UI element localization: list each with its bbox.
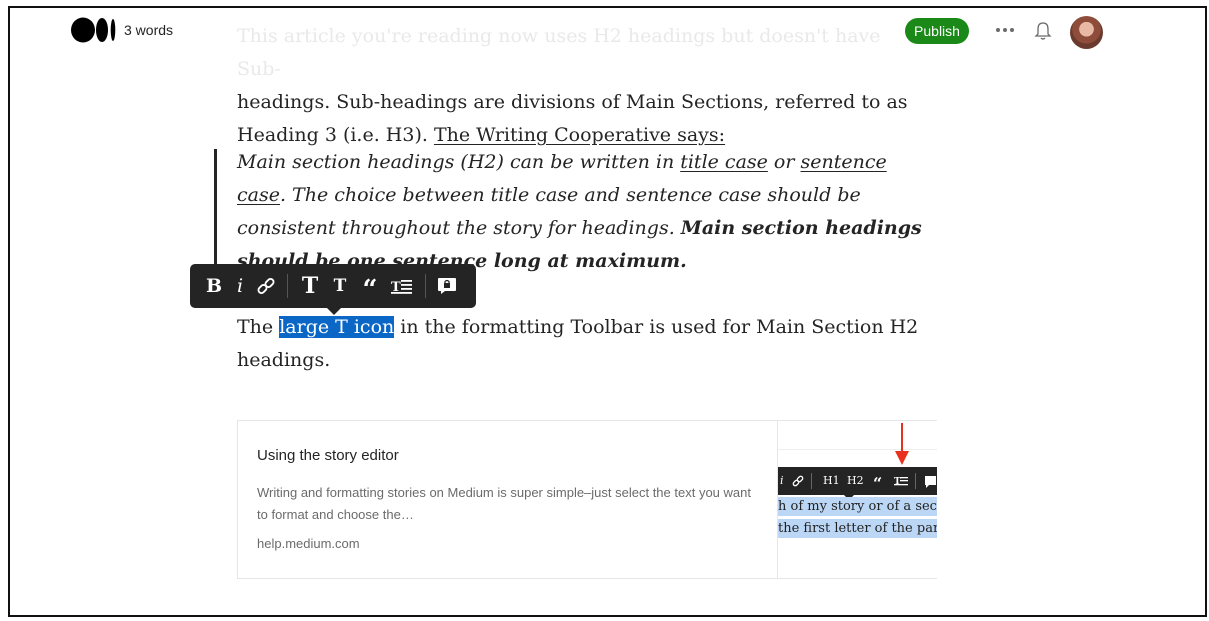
- toolbar-divider: [425, 274, 426, 298]
- card-description: Writing and formatting stories on Medium…: [257, 485, 751, 522]
- quote-button[interactable]: “: [358, 264, 382, 308]
- card-thumbnail: i H1 H2 “ T h of my story or of a sectio…: [777, 421, 937, 578]
- faded-text: This article you're reading now uses H2 …: [237, 25, 881, 80]
- link-button[interactable]: [255, 264, 277, 308]
- thumbnail-h1: H1: [823, 474, 840, 487]
- formatting-toolbar: B i T T “ T: [190, 264, 476, 315]
- thumbnail-divider-line: [811, 473, 812, 489]
- title-case-link[interactable]: title case: [680, 151, 768, 173]
- quote-text-1: Main section headings (H2) can be writte…: [237, 151, 681, 173]
- paragraph-2[interactable]: The large T icon in the formatting Toolb…: [237, 311, 927, 377]
- notifications-bell-icon[interactable]: [1032, 20, 1054, 42]
- bold-button[interactable]: B: [206, 264, 222, 308]
- private-note-icon: [438, 278, 456, 294]
- quote-text-2: or: [767, 151, 801, 173]
- toolbar-caret: [327, 308, 341, 315]
- small-title-button[interactable]: T: [330, 264, 350, 308]
- link-preview-card[interactable]: Using the story editor Writing and forma…: [237, 420, 937, 579]
- app-window: 3 words Publish This article you're read…: [8, 6, 1207, 617]
- paragraph-2-before: The: [237, 316, 280, 338]
- blockquote-bar: [214, 149, 217, 277]
- drop-cap-button[interactable]: T: [390, 264, 414, 308]
- card-title: Using the story editor: [257, 447, 399, 464]
- thumbnail-h2: H2: [847, 474, 864, 487]
- writing-cooperative-link[interactable]: The Writing Cooperative says:: [434, 124, 725, 146]
- link-icon: [257, 278, 275, 294]
- card-host: help.medium.com: [257, 536, 360, 551]
- red-arrow-icon: [895, 423, 909, 465]
- more-options-icon[interactable]: [993, 20, 1017, 40]
- blockquote[interactable]: Main section headings (H2) can be writte…: [214, 146, 927, 278]
- thumbnail-italic: i: [780, 474, 784, 487]
- medium-logo[interactable]: [71, 17, 117, 43]
- user-avatar[interactable]: [1070, 16, 1103, 49]
- private-note-button[interactable]: [436, 264, 458, 308]
- svg-text:T: T: [894, 477, 901, 487]
- drop-cap-icon: T: [391, 280, 412, 295]
- large-title-button[interactable]: T: [298, 264, 322, 308]
- thumbnail-text-line-2: the first letter of the paragraph: [778, 519, 937, 538]
- word-count: 3 words: [124, 22, 174, 38]
- thumbnail-toolbar: i H1 H2 “ T: [778, 467, 937, 495]
- thumbnail-text-line-1: h of my story or of a section: [778, 497, 937, 516]
- toolbar-divider: [287, 274, 288, 298]
- italic-button[interactable]: i: [234, 264, 246, 308]
- thumbnail-quote: “: [873, 474, 883, 493]
- paragraph-1[interactable]: This article you're reading now uses H2 …: [237, 20, 927, 152]
- thumbnail-divider: [778, 449, 937, 450]
- thumbnail-divider-line: [915, 473, 916, 489]
- selected-text[interactable]: large T icon: [279, 316, 395, 338]
